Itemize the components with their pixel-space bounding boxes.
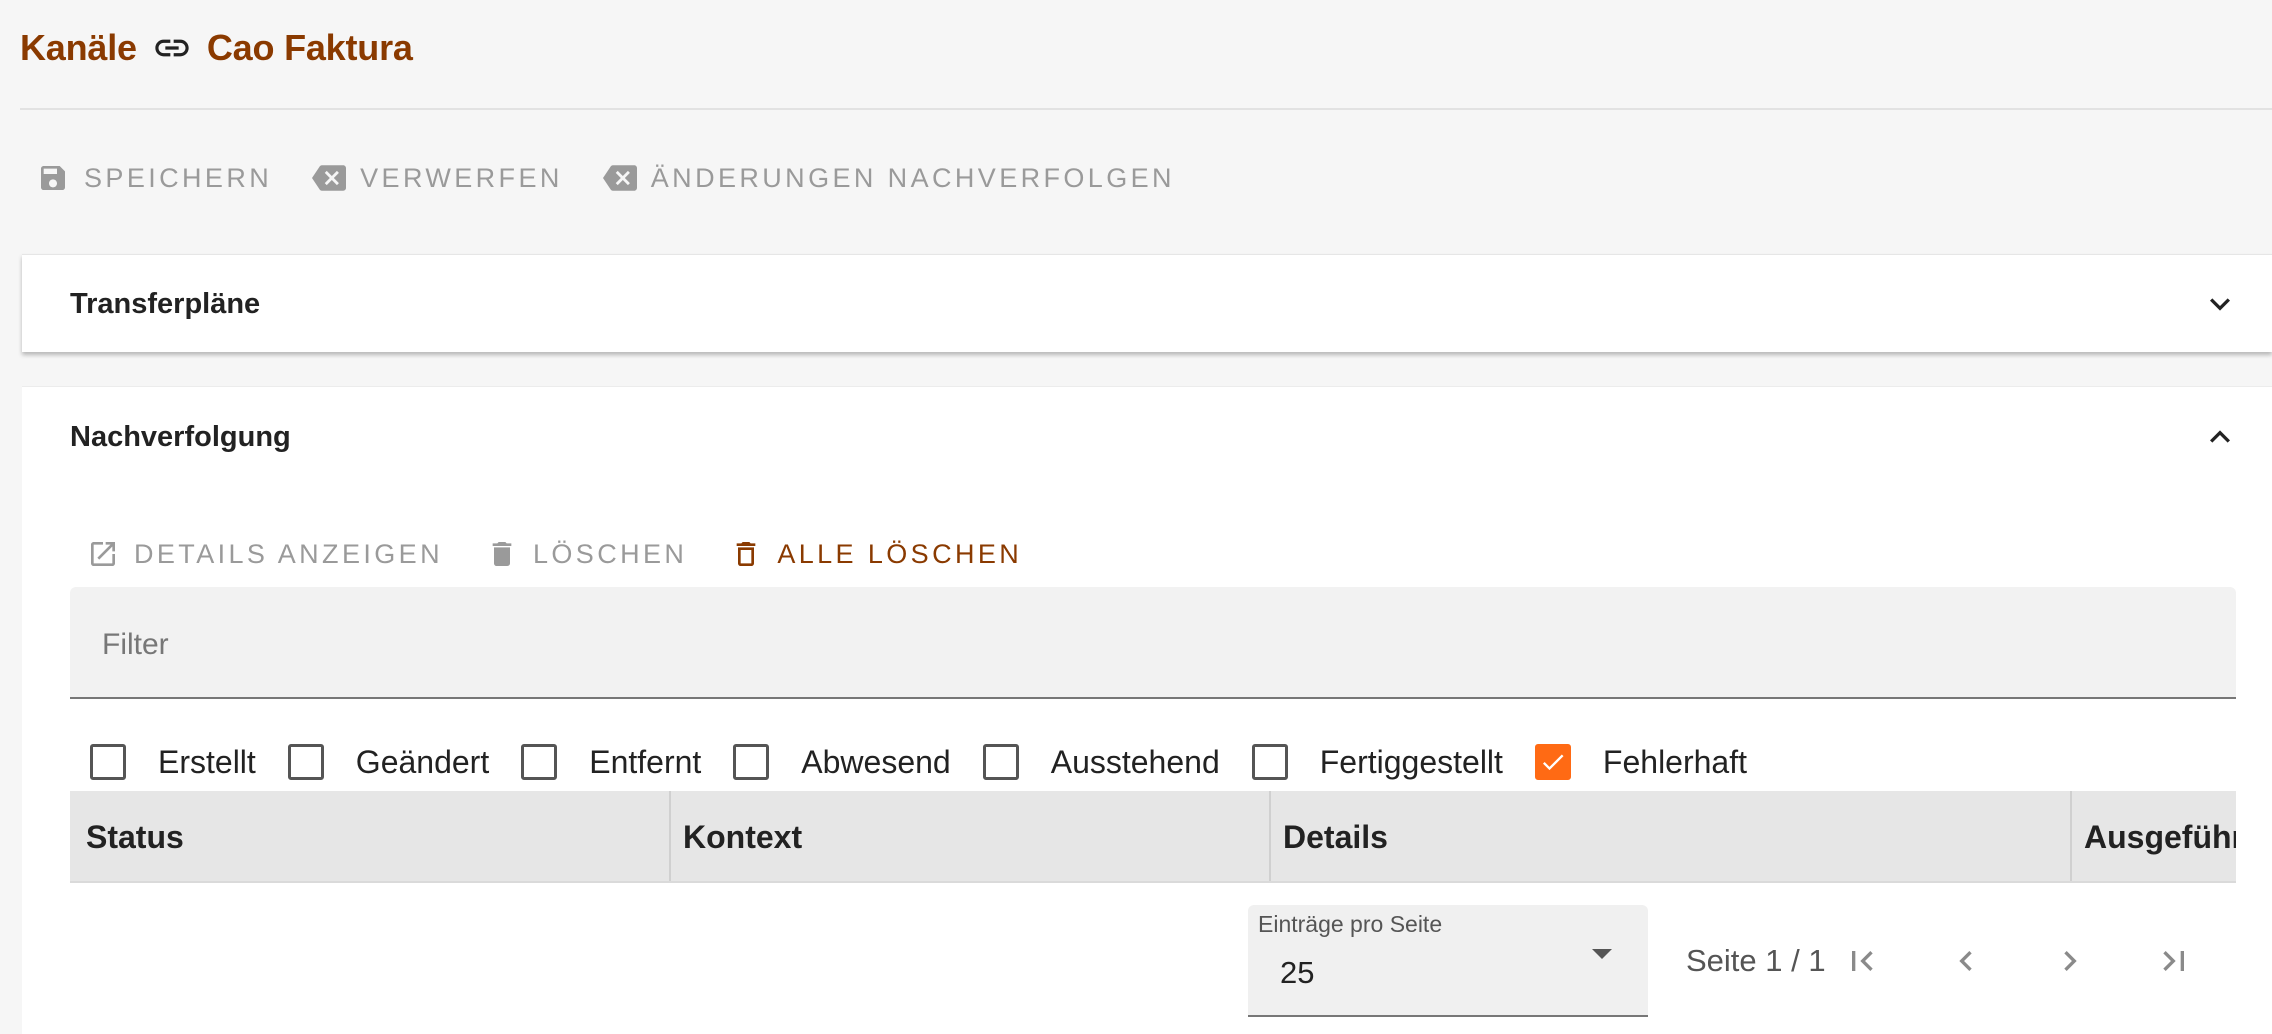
checkbox[interactable] (1251, 744, 1288, 780)
discard-label: VERWERFEN (360, 162, 563, 193)
open-in-new-icon (86, 537, 120, 571)
checkbox-label: Geändert (355, 743, 490, 780)
chevron-right-icon (2050, 941, 2090, 986)
per-page-value: 25 (1280, 955, 1315, 990)
breadcrumb-current: Cao Faktura (206, 27, 413, 68)
tracking-panel: Nachverfolgung DETAILS ANZEIGEN LÖSCHEN (22, 386, 2272, 1034)
status-filter-4[interactable]: Ausstehend (982, 743, 1220, 781)
chevron-left-icon (1946, 941, 1986, 986)
check-icon (1542, 754, 1564, 771)
trash-outline-icon (729, 537, 763, 571)
column-header-executed[interactable]: Ausgeführt (2072, 791, 2236, 881)
save-icon (36, 161, 70, 195)
last-page-icon (2154, 941, 2194, 986)
page: Kanäle Cao Faktura SPEICHERN VERWERFEN Ä… (0, 0, 2272, 1034)
checkbox[interactable] (982, 744, 1019, 780)
checkbox[interactable] (90, 744, 126, 780)
transfer-plans-title: Transferpläne (70, 287, 261, 320)
show-details-button[interactable]: DETAILS ANZEIGEN (86, 537, 443, 571)
status-filter-5[interactable]: Fertiggestellt (1251, 743, 1503, 781)
breadcrumb: Kanäle Cao Faktura (20, 22, 413, 74)
next-page-button[interactable] (2042, 935, 2098, 991)
breadcrumb-parent[interactable]: Kanäle (20, 27, 137, 69)
transfer-plans-header[interactable]: Transferpläne (70, 255, 2242, 353)
track-changes-label: ÄNDERUNGEN NACHVERFOLGEN (650, 162, 1175, 193)
discard-button[interactable]: VERWERFEN (312, 161, 563, 195)
delete-button[interactable]: LÖSCHEN (485, 537, 687, 571)
checkbox-label: Fertiggestellt (1319, 743, 1503, 780)
tracking-toolbar: DETAILS ANZEIGEN LÖSCHEN ALLE LÖSCHEN (86, 527, 1022, 581)
column-header-details[interactable]: Details (1271, 791, 2072, 881)
checkbox[interactable] (1534, 744, 1571, 780)
checkbox-label: Abwesend (801, 743, 951, 780)
table-header: Status Kontext Details Ausgeführt (70, 791, 2236, 883)
tracking-title: Nachverfolgung (70, 420, 291, 453)
save-button[interactable]: SPEICHERN (36, 161, 272, 195)
status-filter-1[interactable]: Geändert (287, 743, 490, 781)
checkbox[interactable] (521, 744, 558, 780)
status-filter-0[interactable]: Erstellt (90, 744, 256, 781)
backspace-icon (312, 161, 347, 195)
header-divider (20, 108, 2272, 110)
last-page-button[interactable] (2146, 935, 2202, 991)
backspace-icon (602, 161, 637, 195)
save-label: SPEICHERN (84, 162, 273, 193)
status-filter-6[interactable]: Fehlerhaft (1534, 743, 1747, 781)
per-page-label: Einträge pro Seite (1258, 911, 1443, 937)
page-info: Seite 1 / 1 (1686, 943, 1826, 978)
delete-all-label: ALLE LÖSCHEN (777, 538, 1023, 569)
checkbox-label: Entfernt (589, 743, 702, 780)
per-page-select[interactable]: Einträge pro Seite 25 (1248, 905, 1648, 1017)
checkbox[interactable] (733, 744, 770, 780)
delete-all-button[interactable]: ALLE LÖSCHEN (729, 537, 1022, 571)
delete-label: LÖSCHEN (532, 538, 688, 569)
filter-input[interactable] (102, 621, 2202, 669)
link-icon (151, 27, 193, 69)
status-filter-group: Erstellt Geändert Entfernt Abwesend Ausstehe… (90, 727, 1779, 797)
checkbox-label: Erstellt (158, 743, 256, 780)
transfer-plans-panel: Transferpläne (22, 254, 2272, 352)
main-toolbar: SPEICHERN VERWERFEN ÄNDERUNGEN NACHVERFO… (36, 150, 1175, 206)
status-filter-3[interactable]: Abwesend (733, 743, 951, 781)
first-page-button[interactable] (1834, 935, 1890, 991)
filter-field (70, 587, 2236, 699)
dropdown-arrow-icon (1592, 949, 1612, 959)
checkbox-label: Ausstehend (1050, 743, 1220, 780)
tracking-header[interactable]: Nachverfolgung (70, 387, 2242, 487)
trash-icon (485, 537, 519, 571)
previous-page-button[interactable] (1938, 935, 1994, 991)
first-page-icon (1842, 941, 1882, 986)
checkbox[interactable] (287, 744, 324, 780)
checkbox-label: Fehlerhaft (1602, 743, 1747, 780)
track-changes-button[interactable]: ÄNDERUNGEN NACHVERFOLGEN (602, 161, 1175, 195)
column-header-status[interactable]: Status (70, 791, 671, 881)
status-filter-2[interactable]: Entfernt (521, 744, 701, 781)
chevron-up-icon (2198, 415, 2242, 459)
column-header-context[interactable]: Kontext (671, 791, 1271, 881)
chevron-down-icon (2198, 282, 2242, 326)
show-details-label: DETAILS ANZEIGEN (134, 538, 443, 569)
